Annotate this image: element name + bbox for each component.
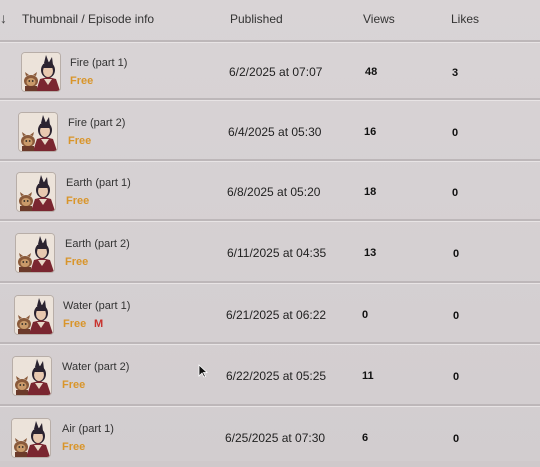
column-header-likes[interactable]: Likes [451, 12, 479, 26]
views-count: 48 [365, 66, 378, 78]
episode-title[interactable]: Earth (part 2) [65, 238, 130, 250]
episode-title[interactable]: Fire (part 2) [68, 117, 125, 129]
published-date: 6/11/2025 at 04:35 [227, 246, 327, 260]
views-count: 13 [364, 247, 377, 259]
episode-title[interactable]: Fire (part 1) [70, 57, 127, 69]
views-count: 16 [364, 126, 377, 138]
episode-thumbnail[interactable] [22, 53, 60, 91]
published-date: 6/2/2025 at 07:07 [229, 65, 323, 79]
mature-badge: M [94, 318, 104, 330]
table-row[interactable]: Earth (part 1) Free 6/8/2025 at 05:20 18 0 [0, 163, 540, 221]
header-divider [0, 40, 540, 42]
sort-arrow-down-icon[interactable]: ↓ [0, 10, 7, 26]
table-row[interactable]: Fire (part 1) Free 6/2/2025 at 07:07 48 3 [0, 43, 540, 101]
row-divider [0, 281, 540, 283]
episode-thumbnail[interactable] [15, 296, 53, 334]
published-date: 6/21/2025 at 06:22 [226, 308, 327, 322]
likes-count: 0 [452, 187, 459, 199]
row-divider [0, 219, 540, 221]
published-date: 6/25/2025 at 07:30 [225, 431, 326, 445]
episode-thumbnail[interactable] [16, 234, 54, 272]
free-badge: Free [66, 195, 90, 207]
episode-title[interactable]: Earth (part 1) [66, 177, 131, 189]
row-divider [0, 159, 540, 161]
published-date: 6/8/2025 at 05:20 [227, 185, 321, 199]
free-badge: Free [70, 75, 94, 87]
published-date: 6/22/2025 at 05:25 [226, 369, 327, 383]
likes-count: 0 [453, 433, 460, 445]
free-badge: Free [62, 441, 86, 453]
column-header-views[interactable]: Views [363, 12, 395, 26]
views-count: 0 [362, 309, 369, 321]
table-row[interactable]: Earth (part 2) Free 6/11/2025 at 04:35 13 0 [0, 224, 540, 282]
table-row[interactable]: Water (part 1) Free M 6/21/2025 at 06:22 0 0 [0, 286, 540, 344]
episode-thumbnail[interactable] [12, 419, 50, 457]
column-header-thumbnail[interactable]: Thumbnail / Episode info [22, 12, 154, 26]
likes-count: 0 [452, 127, 459, 139]
likes-count: 0 [453, 248, 460, 260]
episode-thumbnail[interactable] [19, 113, 57, 151]
row-divider [0, 342, 540, 344]
row-divider [0, 98, 540, 100]
free-badge: Free [62, 379, 86, 391]
column-header-published[interactable]: Published [230, 12, 283, 26]
episode-title[interactable]: Water (part 1) [63, 300, 130, 312]
free-badge: Free [65, 256, 89, 268]
likes-count: 0 [453, 371, 460, 383]
likes-count: 0 [453, 310, 460, 322]
free-badge: Free [63, 318, 87, 330]
row-divider [0, 404, 540, 406]
episode-thumbnail[interactable] [17, 173, 55, 211]
episode-title[interactable]: Air (part 1) [62, 423, 114, 435]
table-row[interactable]: Water (part 2) Free 6/22/2025 at 05:25 11 0 [0, 347, 540, 405]
episode-thumbnail[interactable] [13, 357, 51, 395]
views-count: 18 [364, 186, 377, 198]
episode-title[interactable]: Water (part 2) [62, 361, 129, 373]
episode-list-screen: ↓ Thumbnail / Episode info Published Vie… [0, 0, 540, 461]
table-row[interactable]: Fire (part 2) Free 6/4/2025 at 05:30 16 0 [0, 103, 540, 161]
free-badge: Free [68, 135, 92, 147]
table-row[interactable]: Air (part 1) Free 6/25/2025 at 07:30 6 0 [0, 409, 540, 467]
mouse-pointer-icon [198, 364, 208, 378]
table-header: ↓ Thumbnail / Episode info Published Vie… [0, 0, 540, 40]
likes-count: 3 [452, 67, 459, 79]
views-count: 11 [362, 370, 374, 382]
published-date: 6/4/2025 at 05:30 [228, 125, 322, 139]
views-count: 6 [362, 432, 369, 444]
